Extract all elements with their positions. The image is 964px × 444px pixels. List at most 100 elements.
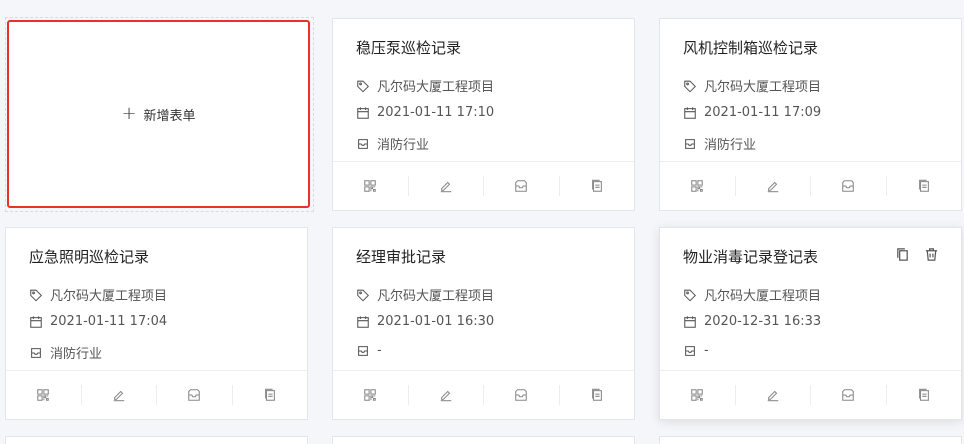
plus-icon: + — [121, 103, 137, 124]
form-card-partial — [332, 436, 635, 444]
edit-icon — [440, 181, 451, 193]
qrcode-icon — [37, 389, 50, 401]
calendar-icon — [684, 315, 696, 328]
edit-icon — [113, 390, 124, 402]
form-card-project: 凡尔码大厦工程项目 — [356, 285, 494, 304]
add-form-button[interactable]: + 新增表单 — [7, 20, 310, 208]
inbox-button[interactable] — [484, 385, 560, 405]
box-icon — [358, 138, 368, 149]
inbox-button[interactable] — [811, 176, 887, 196]
qrcode-icon — [364, 180, 377, 192]
form-card-date: 2021-01-11 17:09 — [683, 105, 821, 120]
form-card-date: 2020-12-31 16:33 — [683, 314, 821, 329]
form-card-category: - — [683, 343, 709, 358]
card-top-tools — [895, 247, 939, 262]
inbox-button[interactable] — [157, 385, 233, 405]
card-actions — [333, 162, 634, 210]
card-actions — [333, 371, 634, 419]
form-card[interactable]: 应急照明巡检记录 凡尔码大厦工程项目 2021-01-11 17:04 消防行业 — [5, 227, 308, 420]
form-card[interactable]: 风机控制箱巡检记录 凡尔码大厦工程项目 2021-01-11 17:09 消防行… — [659, 18, 962, 211]
inbox-icon — [188, 389, 201, 401]
form-card-category-text: - — [704, 343, 709, 358]
document-icon — [591, 388, 602, 401]
form-card-title: 应急照明巡检记录 — [29, 248, 150, 266]
form-card-category-text: 消防行业 — [50, 347, 103, 362]
calendar-icon — [684, 106, 696, 119]
form-card-category-text: 消防行业 — [704, 138, 757, 153]
inbox-button[interactable] — [484, 176, 560, 196]
edit-button[interactable] — [736, 176, 811, 196]
edit-button[interactable] — [409, 385, 484, 405]
document-button[interactable] — [560, 176, 635, 196]
form-card-project: 凡尔码大厦工程项目 — [683, 76, 821, 95]
document-icon — [918, 388, 929, 401]
card-actions — [660, 371, 961, 419]
edit-icon — [767, 181, 778, 193]
add-form-label: 新增表单 — [143, 108, 196, 124]
document-button[interactable] — [887, 176, 962, 196]
edit-icon — [767, 390, 778, 402]
document-icon — [591, 179, 602, 192]
document-button[interactable] — [233, 385, 308, 405]
form-card-date: 2021-01-11 17:04 — [29, 314, 167, 329]
form-card-project-text: 凡尔码大厦工程项目 — [704, 80, 822, 95]
edit-button[interactable] — [409, 176, 484, 196]
form-card-partial — [5, 436, 308, 444]
form-card-title: 物业消毒记录登记表 — [683, 248, 819, 266]
form-card-project-text: 凡尔码大厦工程项目 — [377, 80, 495, 95]
qrcode-icon — [691, 180, 704, 192]
tag-icon — [30, 289, 42, 301]
form-card-project: 凡尔码大厦工程项目 — [29, 285, 167, 304]
edit-button[interactable] — [82, 385, 157, 405]
edit-button[interactable] — [736, 385, 811, 405]
tag-icon — [357, 289, 369, 301]
delete-button[interactable] — [924, 247, 939, 262]
form-card-project: 凡尔码大厦工程项目 — [683, 285, 821, 304]
calendar-icon — [357, 106, 369, 119]
card-actions — [660, 162, 961, 210]
document-icon — [264, 388, 275, 401]
form-card-date-text: 2021-01-11 17:04 — [50, 314, 168, 329]
form-card-title: 经理审批记录 — [356, 248, 447, 266]
form-card[interactable]: 经理审批记录 凡尔码大厦工程项目 2021-01-01 16:30 - — [332, 227, 635, 420]
form-card-project-text: 凡尔码大厦工程项目 — [377, 289, 495, 304]
form-card-partial — [659, 436, 962, 444]
form-card-date-text: 2021-01-01 16:30 — [377, 314, 495, 329]
card-actions — [6, 371, 307, 419]
form-card[interactable]: 物业消毒记录登记表 凡尔码大厦工程项目 2020-12-31 16:33 - — [659, 227, 962, 420]
form-card-category-text: - — [377, 343, 382, 358]
inbox-icon — [842, 389, 855, 401]
form-card-date-text: 2020-12-31 16:33 — [704, 314, 822, 329]
document-icon — [918, 179, 929, 192]
inbox-icon — [842, 180, 855, 192]
calendar-icon — [357, 315, 369, 328]
form-card-category: 消防行业 — [356, 134, 429, 153]
form-card-category: 消防行业 — [29, 343, 102, 362]
qrcode-button[interactable] — [660, 385, 736, 405]
qrcode-button[interactable] — [333, 385, 409, 405]
qrcode-button[interactable] — [6, 385, 82, 405]
form-card-project-text: 凡尔码大厦工程项目 — [50, 289, 168, 304]
document-button[interactable] — [887, 385, 962, 405]
edit-icon — [440, 390, 451, 402]
tag-icon — [684, 80, 696, 92]
qrcode-button[interactable] — [660, 176, 736, 196]
inbox-button[interactable] — [811, 385, 887, 405]
form-card[interactable]: 稳压泵巡检记录 凡尔码大厦工程项目 2021-01-11 17:10 消防行业 — [332, 18, 635, 211]
copy-icon — [897, 248, 908, 261]
inbox-icon — [515, 389, 528, 401]
document-button[interactable] — [560, 385, 635, 405]
form-card-title: 稳压泵巡检记录 — [356, 39, 462, 57]
copy-button[interactable] — [895, 247, 910, 262]
form-card-category: - — [356, 343, 382, 358]
delete-icon — [925, 248, 938, 261]
form-card-date: 2021-01-11 17:10 — [356, 105, 494, 120]
tag-icon — [684, 289, 696, 301]
box-icon — [31, 347, 41, 358]
qrcode-button[interactable] — [333, 176, 409, 196]
calendar-icon — [30, 315, 42, 328]
form-card-category-text: 消防行业 — [377, 138, 430, 153]
form-card-project-text: 凡尔码大厦工程项目 — [704, 289, 822, 304]
tag-icon — [357, 80, 369, 92]
form-card-date-text: 2021-01-11 17:09 — [704, 105, 822, 120]
